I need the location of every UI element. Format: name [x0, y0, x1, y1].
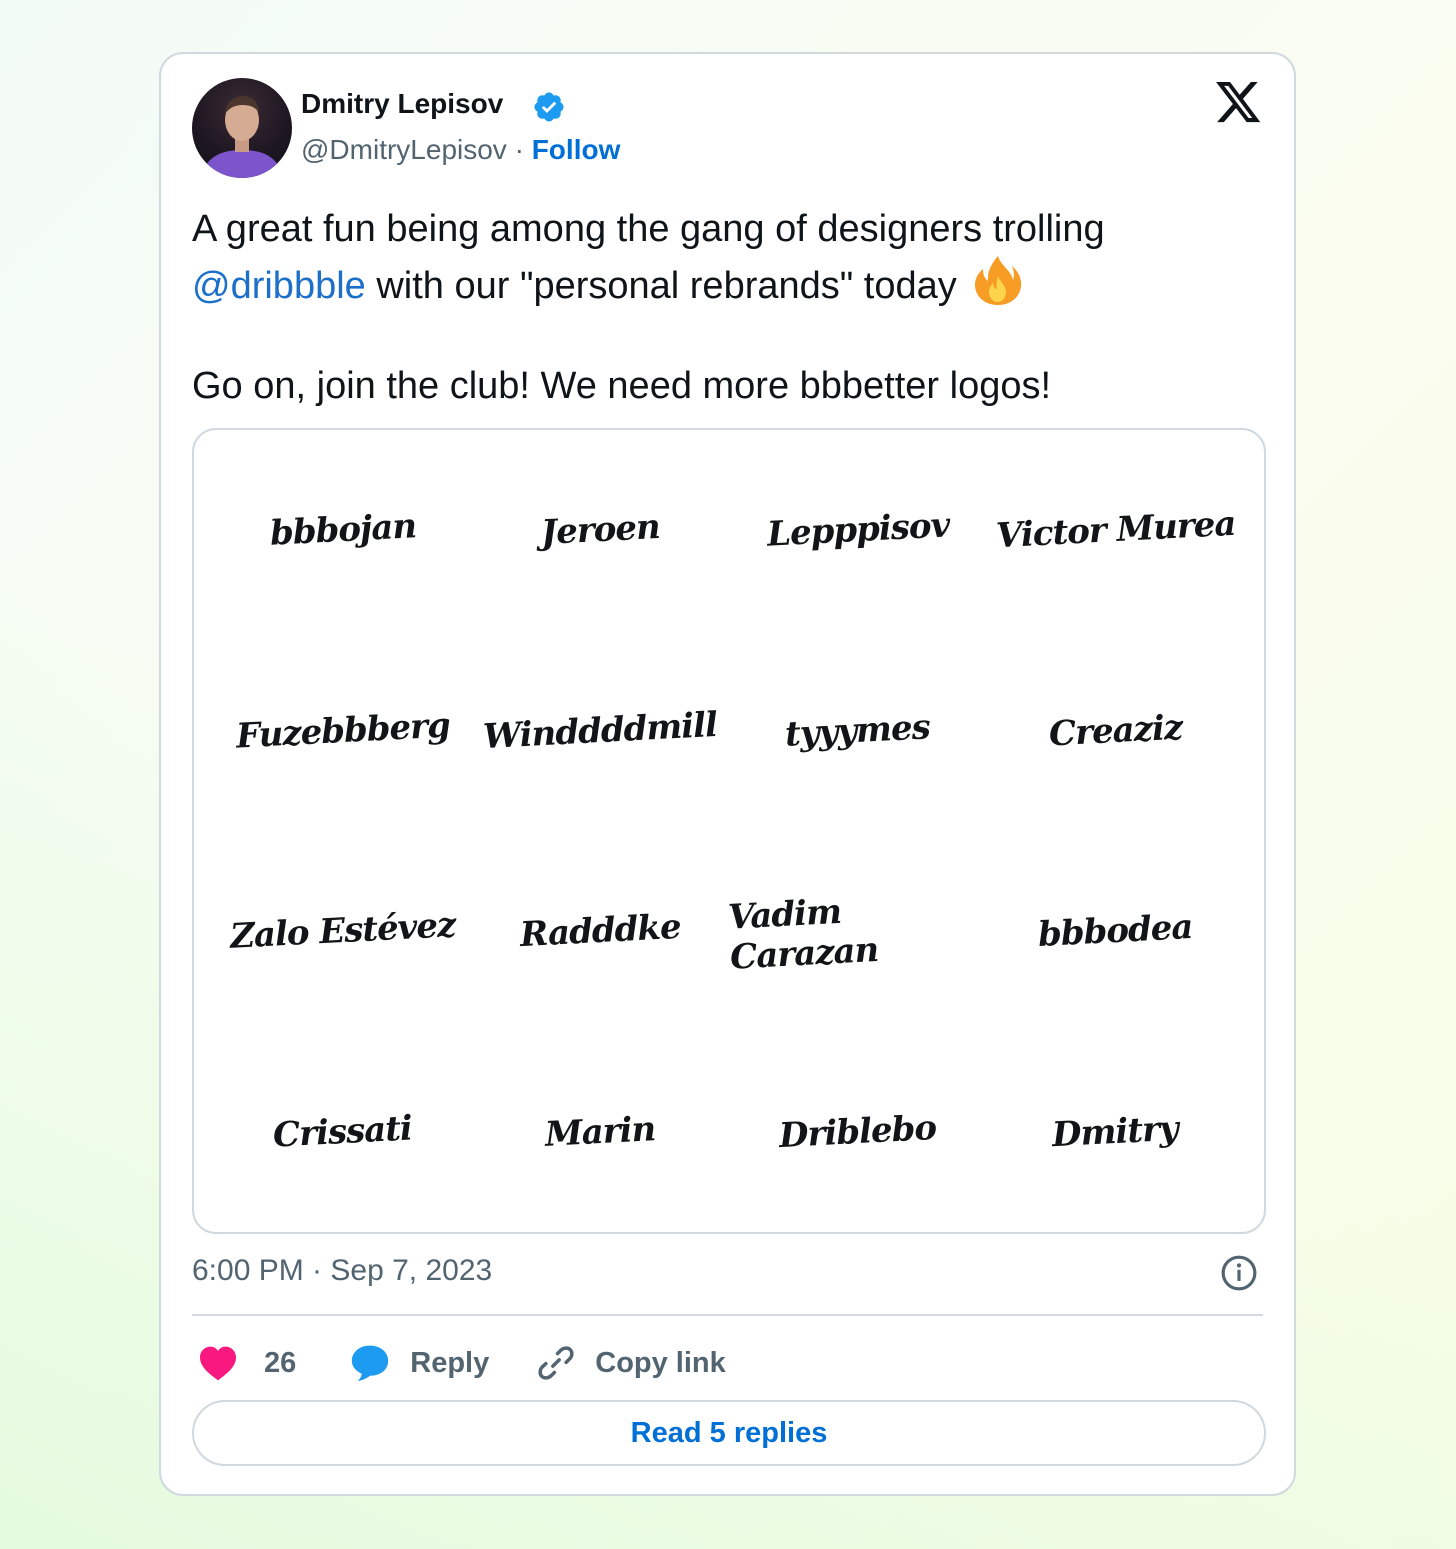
logo-cell: Winddddmill [472, 631, 730, 832]
logo-wordmark: Victor Murea [994, 504, 1236, 557]
logo-cell: Victor Murea [987, 430, 1245, 631]
logo-cell: Dmitry [987, 1032, 1245, 1233]
info-icon[interactable] [1220, 1254, 1258, 1292]
action-bar: 26 Reply Copy link [192, 1338, 726, 1388]
logo-wordmark: Zalo Estévez [229, 905, 457, 958]
tweet-card: Dmitry Lepisov @DmitryLepisov · Follow A… [159, 52, 1296, 1496]
tweet-media-image[interactable]: bbbojan Jeroen Lepppisov Victor Murea Fuzebb… [192, 428, 1266, 1234]
mention-link[interactable]: @dribbble [192, 265, 366, 307]
logo-wordmark: Radddke [519, 907, 682, 956]
tweet-line-3: Go on, join the club! We need more bbbet… [192, 365, 1052, 407]
logo-wordmark: Vadim Carazan [727, 892, 880, 978]
follow-button[interactable]: Follow [532, 134, 621, 165]
logo-cell: Zalo Estévez [214, 831, 472, 1032]
like-button[interactable]: 26 [192, 1345, 296, 1381]
logo-cell: Creaziz [987, 631, 1245, 832]
heart-icon [200, 1346, 236, 1381]
logo-wordmark: Lepppisov [765, 505, 950, 555]
tweet-timestamp[interactable]: 6:00 PM · Sep 7, 2023 [192, 1254, 492, 1288]
author-name[interactable]: Dmitry Lepisov [301, 88, 503, 120]
reply-label: Reply [410, 1346, 490, 1379]
tweet-line-2-rest: with our "personal rebrands" today [365, 265, 957, 307]
fire-emoji-icon [975, 256, 1022, 305]
handle-separator: · [514, 134, 524, 165]
copy-link-label: Copy link [595, 1346, 726, 1379]
logo-wordmark: Jeroen [539, 507, 661, 554]
logo-wordmark: Winddddmill [482, 704, 719, 757]
logo-wordmark: Driblebo [778, 1107, 938, 1156]
logo-wordmark: Crissati [272, 1108, 414, 1156]
logo-wordmark: bbbodea [1037, 907, 1194, 956]
verified-badge-icon [534, 92, 564, 122]
logo-cell: Fuzebbberg [214, 631, 472, 832]
logo-cell: tyyymes [729, 631, 987, 832]
logo-wordmark: Creaziz [1047, 707, 1183, 755]
like-count: 26 [264, 1346, 297, 1379]
logo-wordmark: tyyymes [784, 706, 932, 755]
logo-wordmark: Fuzebbberg [234, 705, 451, 757]
tweet-line-2: @dribbble with our "personal rebrands" t… [192, 254, 1272, 311]
tweet-line-1: A great fun being among the gang of desi… [192, 208, 1105, 250]
divider [192, 1314, 1263, 1316]
logo-wordmark: bbbojan [268, 506, 417, 555]
read-replies-button[interactable]: Read 5 replies [192, 1400, 1266, 1466]
logo-wordmark: Dmitry [1051, 1108, 1180, 1156]
logo-cell: Crissati [214, 1032, 472, 1233]
logo-cell: Jeroen [472, 430, 730, 631]
reply-button[interactable]: Reply [350, 1344, 489, 1382]
link-icon [538, 1346, 574, 1380]
copy-link-button[interactable]: Copy link [537, 1344, 726, 1382]
tweet-text: A great fun being among the gang of desi… [192, 204, 1272, 411]
handle-row: @DmitryLepisov · Follow [301, 134, 620, 166]
logo-cell: bbbojan [214, 430, 472, 631]
logo-cell: bbbodea [987, 831, 1245, 1032]
logo-cell: Driblebo [729, 1032, 987, 1233]
logo-cell: Vadim Carazan [727, 831, 987, 1032]
logo-grid: bbbojan Jeroen Lepppisov Victor Murea Fuzebb… [194, 430, 1264, 1232]
logo-cell: Marin [472, 1032, 730, 1233]
avatar[interactable] [192, 78, 292, 178]
x-logo-icon[interactable] [1216, 82, 1262, 124]
reply-bubble-icon [352, 1345, 389, 1382]
logo-cell: Lepppisov [729, 430, 987, 631]
author-handle[interactable]: @DmitryLepisov [301, 134, 507, 165]
logo-cell: Radddke [472, 831, 730, 1032]
logo-wordmark: Marin [544, 1108, 657, 1155]
